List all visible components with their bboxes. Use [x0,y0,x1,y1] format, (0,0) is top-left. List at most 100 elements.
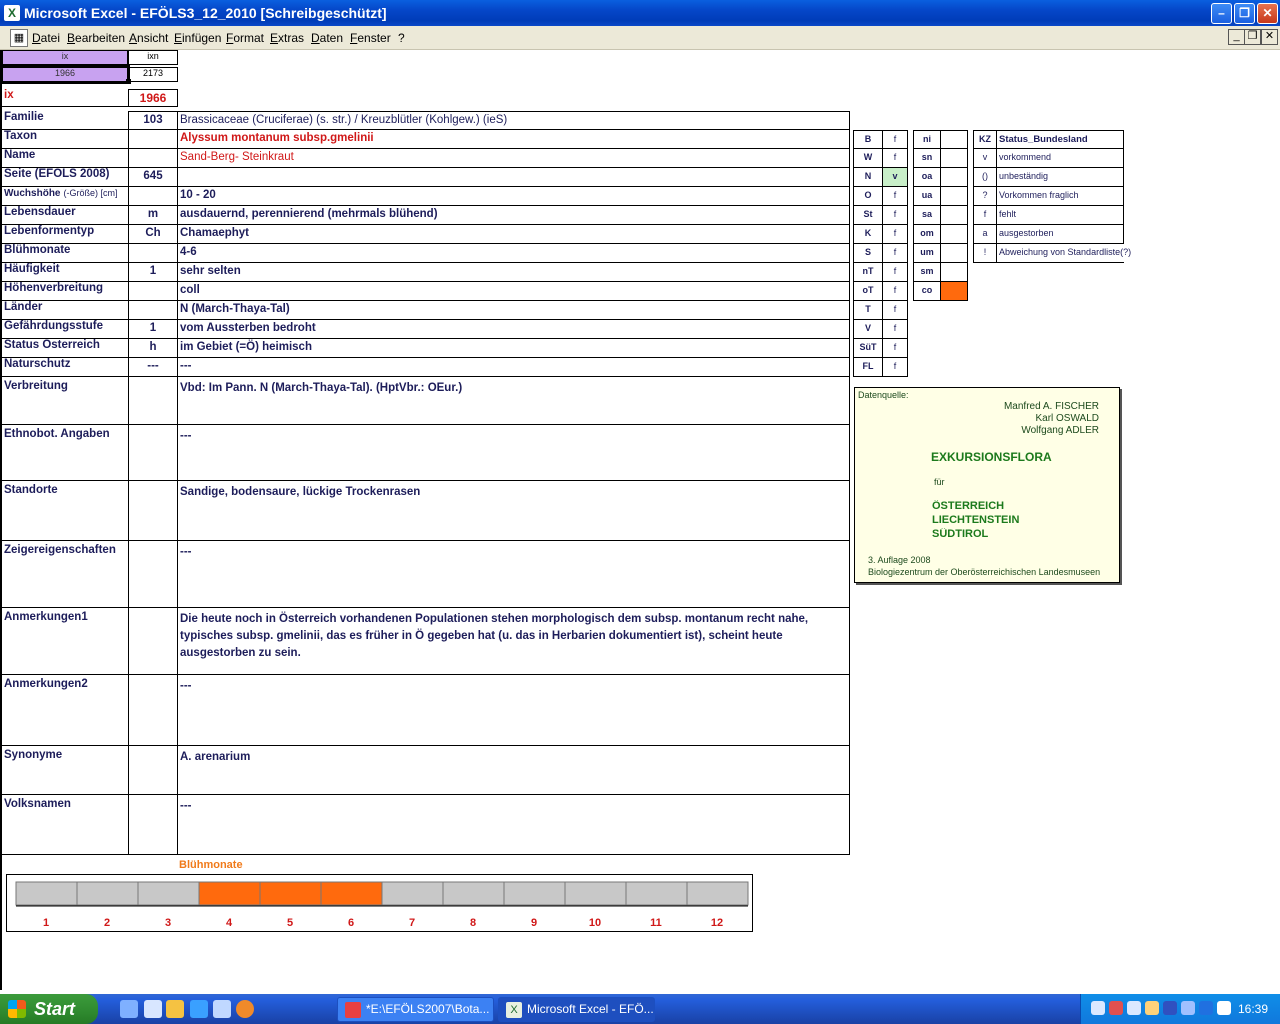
field-code[interactable]: 645 [128,168,178,187]
ixn-header-cell[interactable]: ixn [128,50,178,65]
text-field-code[interactable] [128,377,178,425]
field-value[interactable] [177,168,850,187]
text-field-value[interactable]: --- [177,675,850,746]
region-value[interactable] [940,187,968,206]
field-code[interactable] [128,130,178,149]
field-value[interactable]: sehr selten [177,263,850,282]
text-field-code[interactable] [128,746,178,795]
search-icon[interactable] [1127,1001,1141,1015]
internet-explorer-icon[interactable] [190,1000,208,1018]
bundesland-code[interactable]: V [853,320,883,339]
bundesland-status[interactable]: f [882,320,908,339]
bundesland-code[interactable]: N [853,168,883,187]
updates-icon[interactable] [1181,1001,1195,1015]
field-code[interactable]: Ch [128,225,178,244]
field-value[interactable]: coll [177,282,850,301]
taskbar-item-excel[interactable]: X Microsoft Excel - EFÖ... [498,997,655,1022]
menu-format[interactable]: Format [226,31,264,45]
text-field-value[interactable]: Die heute noch in Österreich vorhandenen… [177,608,850,675]
field-code[interactable] [128,244,178,263]
bundesland-status[interactable]: f [882,206,908,225]
text-field-value[interactable]: Sandige, bodensaure, lückige Trockenrase… [177,481,850,541]
bundesland-code[interactable]: SüT [853,339,883,358]
bundesland-code[interactable]: St [853,206,883,225]
quicklaunch-icon-2[interactable] [144,1000,162,1018]
minimize-button[interactable]: – [1211,3,1232,24]
bundesland-code[interactable]: nT [853,263,883,282]
start-button[interactable]: Start [0,994,98,1024]
field-code[interactable]: 103 [128,111,178,130]
field-code[interactable] [128,149,178,168]
field-code[interactable]: 1 [128,320,178,339]
avast-icon[interactable] [1217,1001,1231,1015]
field-value[interactable]: vom Aussterben bedroht [177,320,850,339]
region-value[interactable] [940,244,968,263]
region-code[interactable]: um [913,244,941,263]
region-code[interactable]: om [913,225,941,244]
bloom-months-chart[interactable]: 1 2 3 4 5 6 7 8 9 10 11 12 [6,874,753,932]
field-code[interactable]: 1 [128,263,178,282]
menu-einfuegen[interactable]: Einfügen [174,31,221,45]
field-value[interactable]: ausdauernd, perennierend (mehrmals blühe… [177,206,850,225]
bundesland-status[interactable]: f [882,244,908,263]
menu-fenster[interactable]: Fenster [350,31,391,45]
text-field-code[interactable] [128,541,178,608]
ixn-value-cell[interactable]: 2173 [128,67,178,82]
workbook-icon[interactable]: ▦ [10,29,28,47]
field-value[interactable]: N (March-Thaya-Tal) [177,301,850,320]
bundesland-code[interactable]: FL [853,358,883,377]
bundesland-code[interactable]: W [853,149,883,168]
bundesland-status[interactable]: f [882,187,908,206]
bundesland-status[interactable]: f [882,358,908,377]
text-field-value[interactable]: --- [177,795,850,855]
field-code[interactable] [128,187,178,206]
text-field-code[interactable] [128,608,178,675]
menu-bearbeiten[interactable]: Bearbeiten [67,31,125,45]
menu-datei[interactable]: Datei [32,31,60,45]
bundesland-status[interactable]: f [882,263,908,282]
text-field-code[interactable] [128,675,178,746]
region-code[interactable]: sm [913,263,941,282]
security-icon[interactable] [1145,1001,1159,1015]
fill-handle[interactable] [126,79,131,84]
restore-button[interactable]: ❐ [1234,3,1255,24]
field-code[interactable]: --- [128,358,178,377]
shield-icon[interactable] [1163,1001,1177,1015]
field-code[interactable] [128,301,178,320]
bundesland-code[interactable]: T [853,301,883,320]
field-value[interactable]: Chamaephyt [177,225,850,244]
field-value[interactable]: Sand-Berg- Steinkraut [177,149,850,168]
menu-daten[interactable]: Daten [311,31,343,45]
doc-minimize-button[interactable]: _ [1228,29,1245,45]
doc-close-button[interactable]: ✕ [1261,29,1278,45]
media-player-icon[interactable] [166,1000,184,1018]
ix-value-cell[interactable]: 1966 [0,65,130,84]
menu-help[interactable]: ? [398,31,405,45]
excel-icon[interactable]: X [4,5,20,21]
bundesland-status[interactable]: f [882,282,908,301]
field-value[interactable]: Alyssum montanum subsp.gmelinii [177,130,850,149]
field-value[interactable]: Brassicaceae (Cruciferae) (s. str.) / Kr… [177,111,850,130]
bundesland-status[interactable]: f [882,301,908,320]
firefox-icon[interactable] [236,1000,254,1018]
bundesland-status[interactable]: f [882,130,908,149]
field-code[interactable]: m [128,206,178,225]
region-code[interactable]: sa [913,206,941,225]
region-code[interactable]: ua [913,187,941,206]
field-value[interactable]: im Gebiet (=Ö) heimisch [177,339,850,358]
ix-header-cell[interactable]: ix [2,50,128,65]
network-icon[interactable] [1091,1001,1105,1015]
region-value[interactable] [940,263,968,282]
field-code[interactable]: h [128,339,178,358]
region-value[interactable] [940,282,968,301]
region-code[interactable]: co [913,282,941,301]
region-value[interactable] [940,225,968,244]
text-field-code[interactable] [128,481,178,541]
bundesland-code[interactable]: K [853,225,883,244]
text-field-value[interactable]: A. arenarium [177,746,850,795]
bundesland-code[interactable]: S [853,244,883,263]
region-value[interactable] [940,168,968,187]
text-field-value[interactable]: --- [177,541,850,608]
bundesland-code[interactable]: oT [853,282,883,301]
doc-restore-button[interactable]: ❐ [1244,29,1261,45]
